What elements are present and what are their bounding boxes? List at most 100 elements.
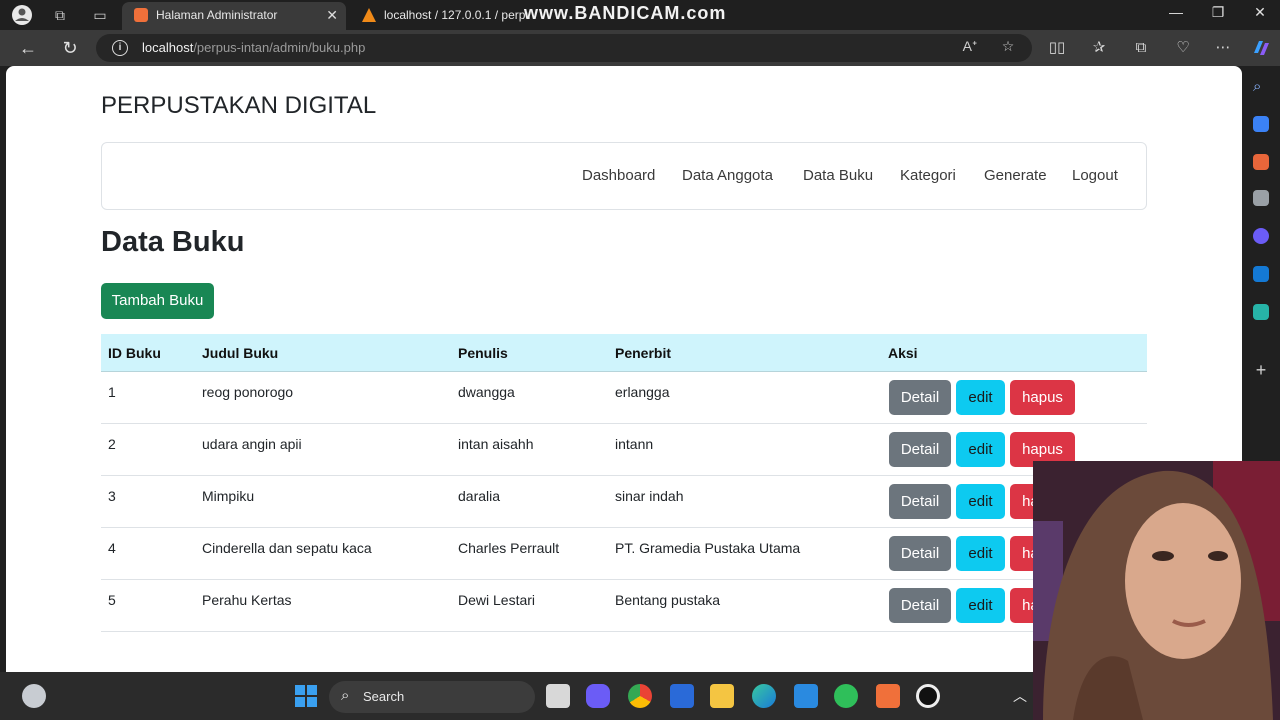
table-row: 2 udara angin apii intan aisahh intann D… — [101, 424, 1147, 476]
more-menu-icon[interactable]: ⋯ — [1212, 37, 1234, 59]
search-label: Search — [363, 689, 405, 704]
vscode-icon[interactable] — [794, 684, 818, 708]
add-book-button[interactable]: Tambah Buku — [101, 283, 214, 319]
url-text: localhost/perpus-intan/admin/buku.php — [142, 40, 365, 55]
cell-penerbit: sinar indah — [615, 488, 684, 504]
copilot-sidebar-icon[interactable] — [1253, 228, 1269, 244]
favorites-icon[interactable]: ✰ — [1088, 37, 1110, 59]
tab-halaman-administrator[interactable]: Halaman Administrator ✕ — [122, 2, 346, 30]
cell-penulis: Charles Perrault — [458, 540, 560, 556]
detail-button[interactable]: Detail — [889, 536, 951, 571]
cell-id: 5 — [108, 592, 116, 608]
cell-judul: udara angin apii — [202, 436, 302, 452]
file-explorer-icon[interactable] — [710, 684, 734, 708]
search-icon[interactable]: ⌕ — [1253, 78, 1269, 95]
page-title: Data Buku — [101, 226, 245, 258]
search-icon: ⌕ — [341, 687, 350, 704]
delete-button[interactable]: hapus — [1010, 380, 1075, 415]
tab-phpmyadmin[interactable]: localhost / 127.0.0.1 / perpus — [350, 2, 530, 30]
column-header-penerbit: Penerbit — [615, 345, 672, 361]
profile-icon[interactable] — [10, 4, 34, 26]
collections-icon[interactable]: ⧉ — [1130, 37, 1152, 59]
weather-icon[interactable] — [22, 684, 46, 708]
nav-logout[interactable]: Logout — [1072, 167, 1118, 184]
cell-penulis: dwangga — [458, 384, 515, 400]
whatsapp-icon[interactable] — [834, 684, 858, 708]
nav-data-anggota[interactable]: Data Anggota — [682, 167, 773, 184]
cell-judul: Mimpiku — [202, 488, 255, 504]
browser-tab-bar: ⧉ ▭ Halaman Administrator ✕ localhost / … — [0, 0, 1280, 30]
main-navbar: Dashboard Data Anggota Data Buku Kategor… — [101, 142, 1147, 210]
column-header-judul: Judul Buku — [202, 345, 279, 361]
back-icon[interactable]: ← — [16, 36, 40, 60]
table-row: 4 Cinderella dan sepatu kaca Charles Per… — [101, 528, 1147, 580]
detail-button[interactable]: Detail — [889, 380, 951, 415]
nav-dashboard[interactable]: Dashboard — [582, 167, 655, 184]
maximize-icon[interactable]: ❐ — [1208, 4, 1228, 21]
edit-button[interactable]: edit — [956, 536, 1005, 571]
detail-button[interactable]: Detail — [889, 484, 951, 519]
edit-button[interactable]: edit — [956, 432, 1005, 467]
close-window-icon[interactable]: ✕ — [1250, 4, 1270, 21]
cell-judul: Perahu Kertas — [202, 592, 292, 608]
edit-button[interactable]: edit — [956, 588, 1005, 623]
games-icon[interactable] — [1253, 190, 1269, 206]
cell-id: 4 — [108, 540, 116, 556]
task-view-icon[interactable] — [546, 684, 570, 708]
table-header: ID Buku Judul Buku Penulis Penerbit Aksi — [101, 334, 1147, 372]
copilot-icon[interactable] — [1250, 37, 1272, 59]
minimize-icon[interactable]: — — [1166, 4, 1186, 20]
performance-icon[interactable]: ♡ — [1172, 37, 1194, 59]
tab-close-icon[interactable]: ✕ — [326, 2, 338, 28]
cell-penerbit: erlangga — [615, 384, 670, 400]
shopping-icon[interactable] — [1253, 116, 1269, 132]
edit-button[interactable]: edit — [956, 380, 1005, 415]
tab-favicon-icon — [362, 8, 376, 22]
cell-id: 2 — [108, 436, 116, 452]
tab-favicon-icon — [134, 8, 148, 22]
teams-icon[interactable] — [586, 684, 610, 708]
cell-penerbit: PT. Gramedia Pustaka Utama — [615, 540, 801, 556]
cell-penulis: intan aisahh — [458, 436, 534, 452]
cell-penerbit: Bentang pustaka — [615, 592, 721, 608]
tab-actions-icon[interactable]: ▭ — [88, 4, 112, 26]
cell-id: 3 — [108, 488, 116, 504]
cell-penulis: daralia — [458, 488, 501, 504]
tools-icon[interactable] — [1253, 154, 1269, 170]
detail-button[interactable]: Detail — [889, 588, 951, 623]
chrome-icon[interactable] — [628, 684, 652, 708]
start-icon[interactable] — [294, 684, 318, 708]
cell-id: 1 — [108, 384, 116, 400]
site-brand[interactable]: PERPUSTAKAN DIGITAL — [101, 92, 376, 120]
read-aloud-icon[interactable]: Aᐩ — [960, 38, 980, 55]
table-row: 5 Perahu Kertas Dewi Lestari Bentang pus… — [101, 580, 1147, 632]
chevron-up-icon[interactable]: ︿ — [1008, 684, 1032, 708]
cell-penerbit: intann — [615, 436, 654, 452]
site-info-icon[interactable]: i — [112, 40, 128, 56]
workspaces-icon[interactable]: ⧉ — [48, 4, 72, 26]
favorite-star-icon[interactable]: ☆ — [998, 38, 1018, 55]
address-bar-row: ← ↻ i localhost/perpus-intan/admin/buku.… — [0, 30, 1280, 66]
refresh-icon[interactable]: ↻ — [58, 36, 82, 60]
edit-button[interactable]: edit — [956, 484, 1005, 519]
store-icon[interactable] — [670, 684, 694, 708]
tab-title: Halaman Administrator — [156, 8, 278, 22]
cell-penulis: Dewi Lestari — [458, 592, 536, 608]
add-sidebar-icon[interactable]: + — [1253, 361, 1269, 379]
xampp-icon[interactable] — [876, 684, 900, 708]
bandicam-record-icon[interactable] — [916, 684, 940, 708]
outlook-icon[interactable] — [1253, 266, 1269, 282]
nav-generate[interactable]: Generate — [984, 167, 1047, 184]
webcam-overlay — [1033, 461, 1280, 720]
nav-kategori[interactable]: Kategori — [900, 167, 956, 184]
taskbar-search[interactable]: ⌕ Search — [329, 681, 535, 713]
split-screen-icon[interactable]: ▯▯ — [1046, 37, 1068, 59]
detail-button[interactable]: Detail — [889, 432, 951, 467]
url-field[interactable]: i localhost/perpus-intan/admin/buku.php … — [96, 34, 1032, 62]
cell-judul: Cinderella dan sepatu kaca — [202, 540, 372, 556]
edge-icon[interactable] — [752, 684, 776, 708]
nav-data-buku[interactable]: Data Buku — [803, 167, 873, 184]
column-header-id: ID Buku — [108, 345, 161, 361]
drop-icon[interactable] — [1253, 304, 1269, 320]
table-row: 3 Mimpiku daralia sinar indah Detail edi… — [101, 476, 1147, 528]
